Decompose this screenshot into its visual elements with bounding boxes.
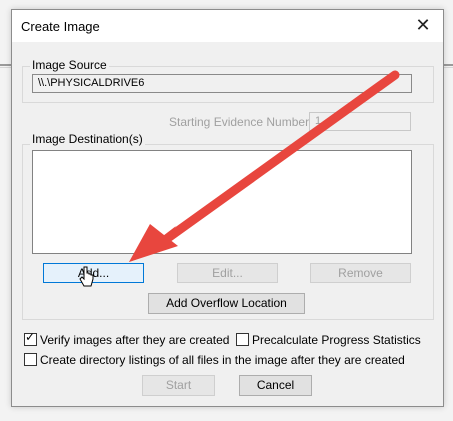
arrow-shaft	[163, 70, 400, 243]
annotation-arrow	[129, 70, 400, 262]
mouse-pointer-icon	[79, 266, 94, 287]
arrow-head	[129, 224, 178, 262]
